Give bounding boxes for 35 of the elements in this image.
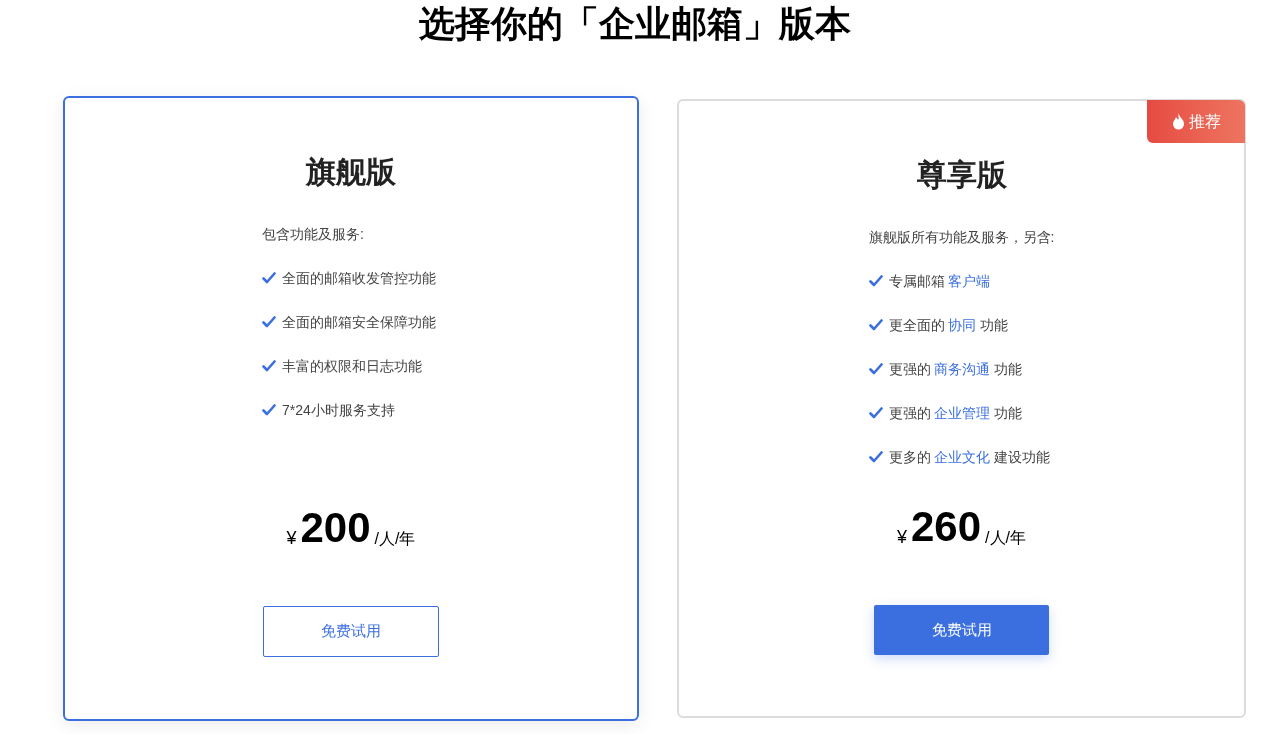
feature-text: 7*24小时服务支持 <box>282 401 395 420</box>
feature-text: 更强的 企业管理 功能 <box>888 404 1023 423</box>
badge-label: 推荐 <box>1188 111 1221 132</box>
price: 200 <box>300 504 371 552</box>
intro-text: 旗舰版所有功能及服务，另含: <box>868 228 1055 247</box>
feature-text: 丰富的权限和日志功能 <box>282 357 422 376</box>
plan-card[interactable]: 推荐 尊享版 旗舰版所有功能及服务，另含: 专属邮箱 客户端 更全面的 协同 功能 更强的 商务沟通 功能 更强的 企业管理 功能 更多的 企业文化 建设功能 ¥260/人/年 免费试用 <box>677 99 1246 718</box>
free-trial-button[interactable]: 免费试用 <box>874 605 1049 655</box>
check-icon <box>262 316 276 328</box>
currency-symbol: ¥ <box>897 526 907 549</box>
check-icon <box>868 275 883 287</box>
plan-name: 旗舰版 <box>306 154 396 190</box>
flame-icon <box>1171 113 1185 130</box>
page-title: 选择你的「企业邮箱」版本 <box>419 2 851 46</box>
price-unit: /人/年 <box>374 529 416 549</box>
feature-text: 更多的 企业文化 建设功能 <box>888 448 1051 467</box>
free-trial-button[interactable]: 免费试用 <box>263 606 439 657</box>
price-unit: /人/年 <box>985 528 1026 548</box>
feature-text: 更强的 商务沟通 功能 <box>888 360 1023 379</box>
check-icon <box>262 404 276 416</box>
check-icon <box>262 360 276 372</box>
plan-card[interactable]: 旗舰版 包含功能及服务: 全面的邮箱收发管控功能 全面的邮箱安全保障功能 丰富的权限和日志功能 7*24小时服务支持 ¥200/人/年 免费试用 <box>63 96 639 721</box>
feature-text: 专属邮箱 客户端 <box>888 272 991 291</box>
feature-text: 更全面的 协同 功能 <box>888 316 1009 335</box>
plan-name: 尊享版 <box>916 157 1007 193</box>
check-icon <box>868 319 883 331</box>
feature-text: 全面的邮箱收发管控功能 <box>282 269 436 288</box>
feature-text: 全面的邮箱安全保障功能 <box>282 313 436 332</box>
check-icon <box>868 407 883 419</box>
check-icon <box>868 363 883 375</box>
currency-symbol: ¥ <box>286 527 297 550</box>
intro-text: 包含功能及服务: <box>262 225 365 244</box>
check-icon <box>262 272 276 284</box>
check-icon <box>868 451 883 463</box>
price: 260 <box>911 503 982 551</box>
